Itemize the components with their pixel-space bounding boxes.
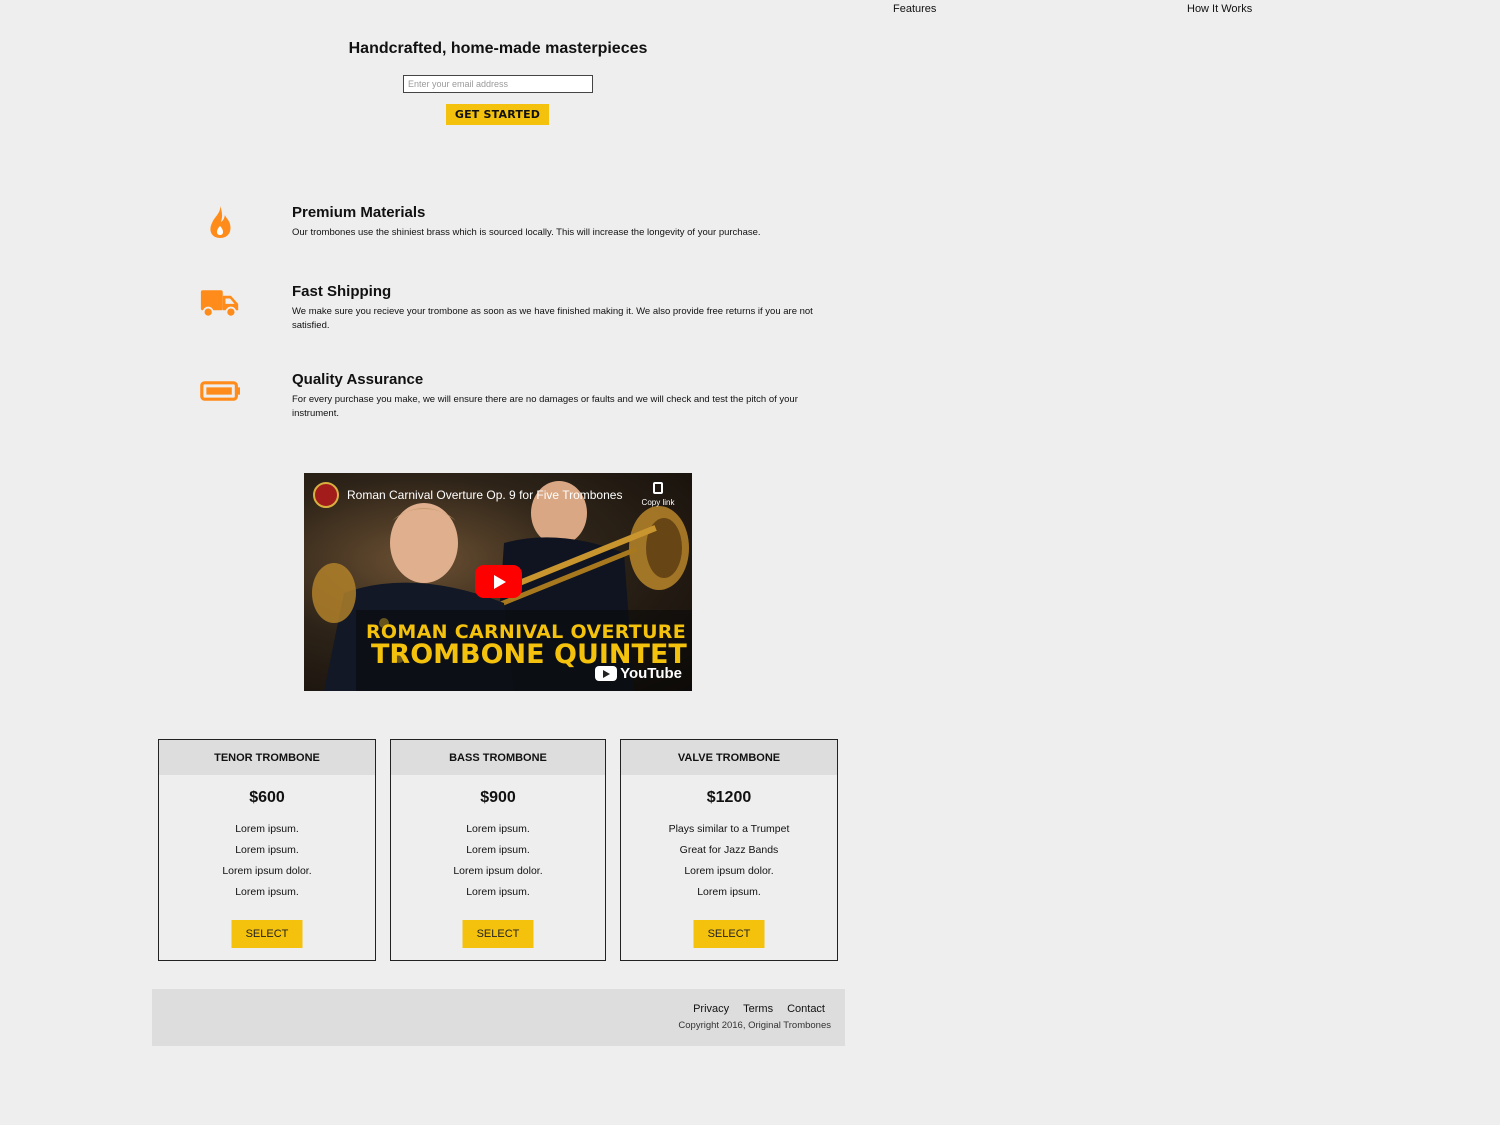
video-title: Roman Carnival Overture Op. 9 for Five T… [347, 488, 623, 502]
plan-feature: Lorem ipsum. [697, 886, 761, 898]
select-bass-button[interactable]: SELECT [462, 920, 534, 948]
truck-icon [200, 290, 239, 318]
copy-link-button[interactable]: Copy link [636, 482, 680, 507]
footer-link-contact[interactable]: Contact [787, 1003, 825, 1015]
plan-feature: Lorem ipsum. [235, 823, 299, 835]
plan-feature-list: Plays similar to a Trumpet Great for Jaz… [621, 819, 837, 903]
plan-name: VALVE TROMBONE [621, 740, 837, 775]
youtube-wordmark: YouTube [620, 665, 682, 682]
plan-feature: Lorem ipsum. [235, 844, 299, 856]
youtube-icon [595, 666, 618, 681]
feature-title: Fast Shipping [292, 283, 392, 300]
plan-feature: Lorem ipsum. [466, 823, 530, 835]
nav-link-features[interactable]: Features [893, 3, 936, 15]
plan-feature: Lorem ipsum dolor. [453, 865, 543, 877]
footer-link-privacy[interactable]: Privacy [693, 1003, 729, 1015]
plan-feature: Lorem ipsum. [466, 844, 530, 856]
plan-feature-list: Lorem ipsum. Lorem ipsum. Lorem ipsum do… [391, 819, 605, 903]
plan-name: TENOR TROMBONE [159, 740, 375, 775]
plan-price: $1200 [706, 789, 752, 806]
plan-feature: Lorem ipsum. [466, 886, 530, 898]
plan-price: $600 [249, 789, 285, 806]
plan-card-tenor: TENOR TROMBONE $600 Lorem ipsum. Lorem i… [158, 739, 376, 961]
get-started-button[interactable]: GET STARTED [446, 104, 549, 125]
feature-description: Our trombones use the shiniest brass whi… [292, 227, 761, 238]
video-embed[interactable]: Roman Carnival Overture Op. 9 for Five T… [304, 473, 692, 691]
battery-icon [200, 381, 240, 401]
youtube-logo[interactable]: YouTube [595, 665, 682, 682]
plan-card-valve: VALVE TROMBONE $1200 Plays similar to a … [620, 739, 838, 961]
copy-icon [653, 482, 663, 494]
plan-feature: Lorem ipsum. [235, 886, 299, 898]
channel-logo [313, 482, 339, 508]
copy-link-label: Copy link [641, 498, 675, 507]
plan-card-bass: BASS TROMBONE $900 Lorem ipsum. Lorem ip… [390, 739, 606, 961]
footer-links: Privacy Terms Contact [693, 1003, 825, 1015]
plan-feature: Great for Jazz Bands [679, 844, 779, 856]
select-valve-button[interactable]: SELECT [693, 920, 765, 948]
footer-link-terms[interactable]: Terms [743, 1003, 773, 1015]
plan-feature-list: Lorem ipsum. Lorem ipsum. Lorem ipsum do… [159, 819, 375, 903]
footer: Privacy Terms Contact Copyright 2016, Or… [152, 989, 845, 1046]
copyright-text: Copyright 2016, Original Trombones [678, 1020, 831, 1031]
plan-feature: Lorem ipsum dolor. [222, 865, 312, 877]
feature-description: For every purchase you make, we will ens… [292, 394, 798, 419]
feature-title: Quality Assurance [292, 371, 424, 388]
nav-link-how-it-works[interactable]: How It Works [1187, 3, 1252, 15]
plan-feature: Plays similar to a Trumpet [668, 823, 790, 835]
landing-page: Features How It Works Handcrafted, home-… [0, 0, 1500, 1125]
plan-price: $900 [480, 789, 516, 806]
plan-feature: Lorem ipsum dolor. [684, 865, 774, 877]
feature-title: Premium Materials [292, 204, 426, 221]
plan-name: BASS TROMBONE [391, 740, 605, 775]
select-tenor-button[interactable]: SELECT [231, 920, 303, 948]
feature-description: We make sure you recieve your trombone a… [292, 306, 813, 331]
email-input[interactable] [403, 75, 593, 93]
flame-icon [210, 206, 231, 238]
hero-title: Handcrafted, home-made masterpieces [348, 40, 648, 57]
play-icon[interactable] [475, 565, 522, 598]
